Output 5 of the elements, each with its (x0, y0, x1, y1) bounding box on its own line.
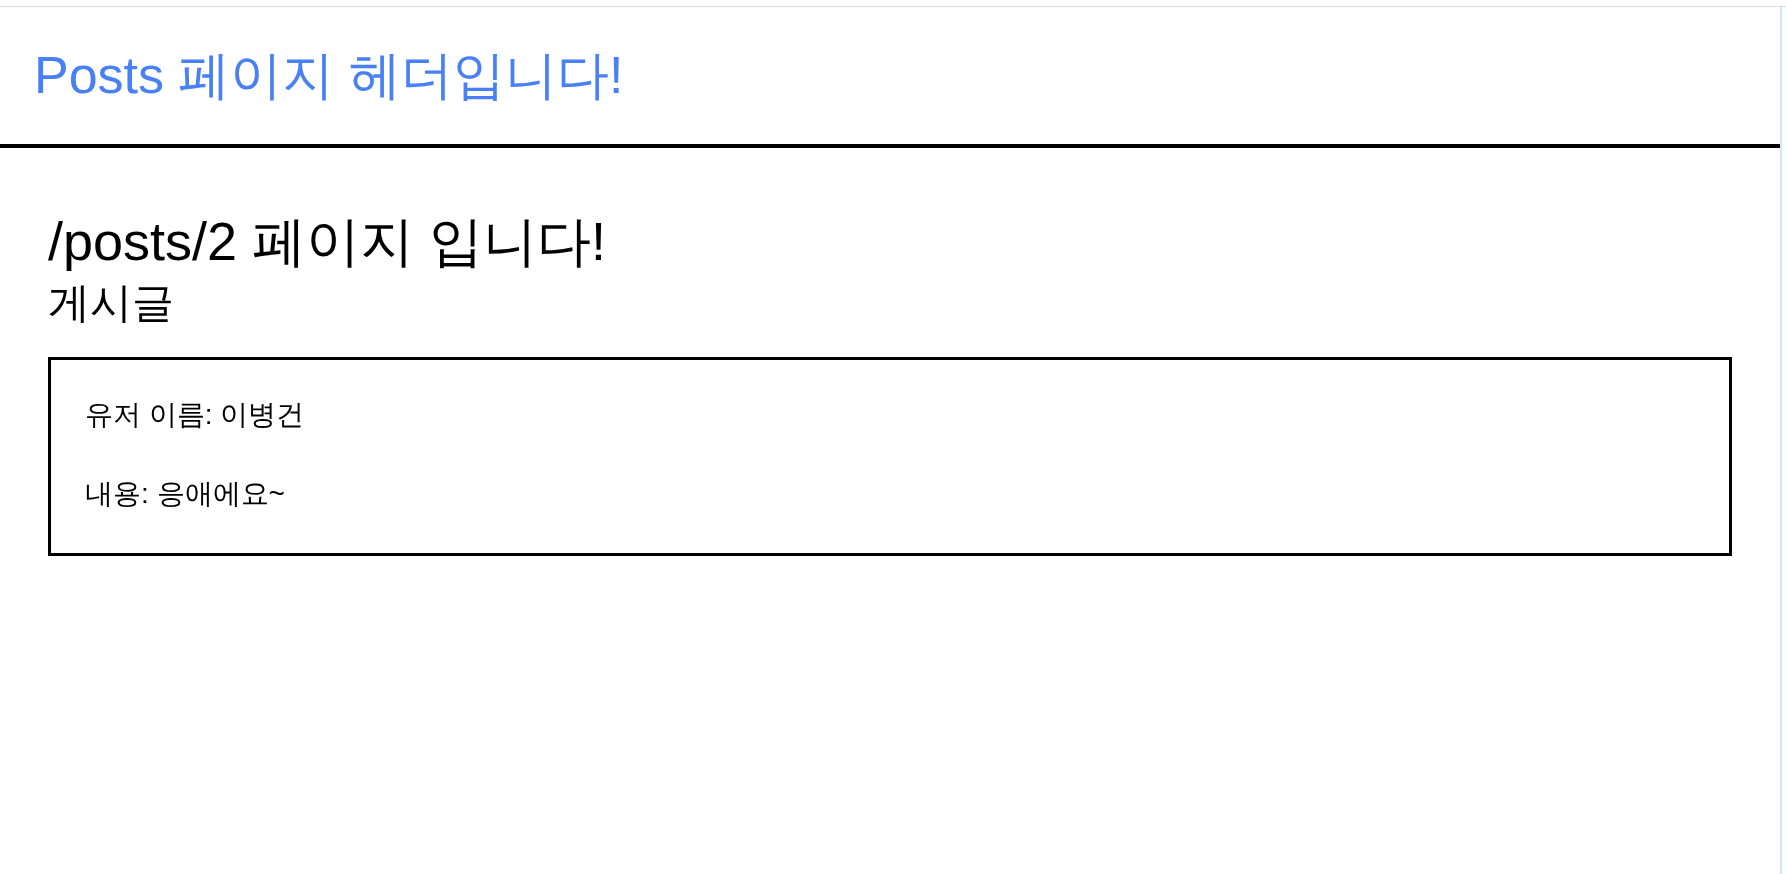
post-content: 내용: 응애에요~ (85, 477, 285, 511)
page-heading: /posts/2 페이지 입니다! (48, 210, 607, 273)
post-author: 유저 이름: 이병건 (85, 398, 305, 432)
header-title: Posts 페이지 헤더입니다! (34, 45, 624, 107)
section-heading: 게시글 (48, 278, 174, 328)
